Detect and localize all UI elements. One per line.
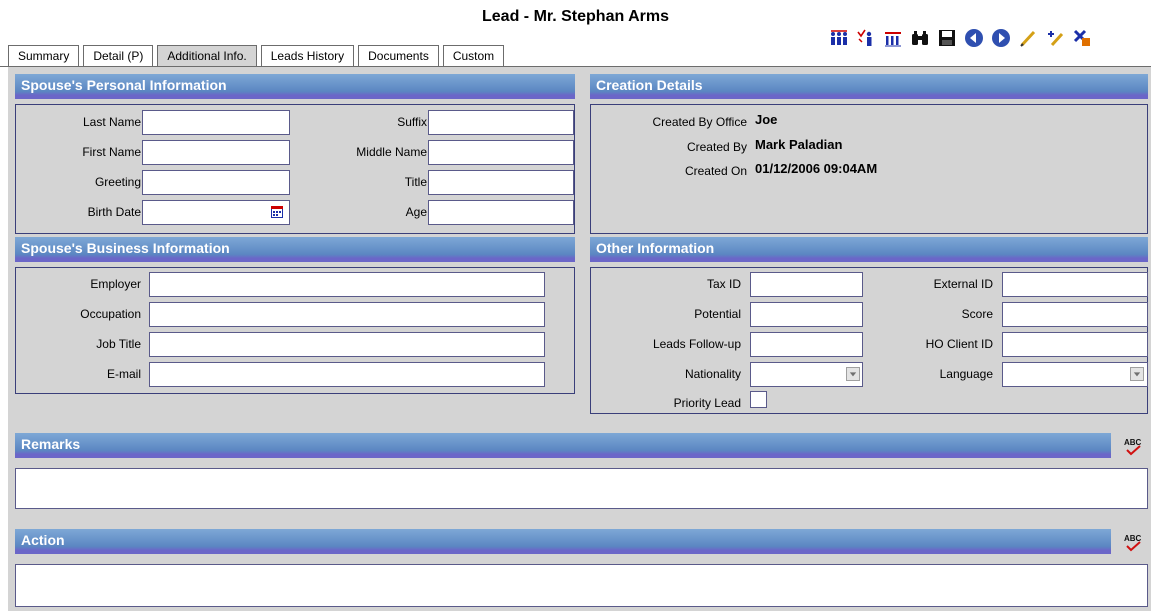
score-label: Score: [961, 307, 993, 321]
creation-details-header: Creation Details: [590, 74, 1148, 99]
birth-date-label: Birth Date: [87, 205, 141, 219]
spell-check-action-button[interactable]: ABC: [1122, 531, 1146, 555]
ho-client-id-field[interactable]: [1002, 332, 1148, 357]
action-header: Action: [15, 529, 1111, 554]
last-name-label: Last Name: [82, 115, 141, 129]
tab-leads-history[interactable]: Leads History: [260, 45, 355, 67]
middle-name-field[interactable]: [428, 140, 574, 165]
remarks-textarea[interactable]: [15, 468, 1148, 509]
tab-summary[interactable]: Summary: [8, 45, 80, 67]
last-name-field[interactable]: [142, 110, 290, 135]
score-field[interactable]: [1002, 302, 1148, 327]
chevron-down-icon[interactable]: [846, 367, 860, 381]
created-by-office-label: Created By Office: [652, 115, 748, 129]
tab-documents[interactable]: Documents: [358, 45, 439, 67]
save-icon[interactable]: [936, 27, 958, 49]
job-title-field[interactable]: [149, 332, 545, 357]
person-check-icon[interactable]: [855, 27, 877, 49]
employer-field[interactable]: [149, 272, 545, 297]
spouse-personal-header: Spouse's Personal Information: [15, 74, 575, 99]
created-on-value: 01/12/2006 09:04AM: [755, 161, 878, 176]
occupation-label: Occupation: [80, 307, 141, 321]
priority-lead-label: Priority Lead: [673, 396, 741, 410]
spouse-personal-box: Last Name First Name Greeting Birth Date…: [15, 104, 575, 234]
creation-details-box: Created By Office Joe Created By Mark Pa…: [590, 104, 1148, 234]
page-title: Lead - Mr. Stephan Arms: [482, 8, 669, 25]
add-edit-icon[interactable]: [1044, 27, 1066, 49]
greeting-label: Greeting: [94, 175, 141, 189]
age-field[interactable]: [428, 200, 574, 225]
spell-check-remarks-button[interactable]: ABC: [1122, 435, 1146, 459]
first-name-label: First Name: [82, 145, 141, 159]
tab-content: Spouse's Personal Information Last Name …: [8, 67, 1151, 611]
nationality-label: Nationality: [684, 367, 741, 381]
tab-detail[interactable]: Detail (P): [83, 45, 154, 67]
spouse-business-header: Spouse's Business Information: [15, 237, 575, 262]
tab-additional-info[interactable]: Additional Info.: [157, 45, 257, 67]
tab-bar: Summary Detail (P) Additional Info. Lead…: [8, 45, 505, 67]
tax-id-field[interactable]: [750, 272, 863, 297]
potential-label: Potential: [694, 307, 741, 321]
ho-client-id-label: HO Client ID: [925, 337, 993, 351]
leads-followup-label: Leads Follow-up: [652, 337, 741, 351]
job-title-label: Job Title: [96, 337, 141, 351]
leads-followup-field[interactable]: [750, 332, 863, 357]
tax-id-label: Tax ID: [706, 277, 741, 291]
greeting-field[interactable]: [142, 170, 290, 195]
email-label: E-mail: [106, 367, 141, 381]
edit-pencil-icon[interactable]: [1017, 27, 1039, 49]
title-label: Title: [404, 175, 427, 189]
remarks-panel: Remarks ABC: [15, 433, 1148, 513]
creation-details-panel: Creation Details Created By Office Joe C…: [590, 74, 1148, 234]
external-id-field[interactable]: [1002, 272, 1148, 297]
language-label: Language: [939, 367, 993, 381]
title-field[interactable]: [428, 170, 574, 195]
middle-name-label: Middle Name: [356, 145, 427, 159]
employer-label: Employer: [90, 277, 141, 291]
created-by-label: Created By: [686, 140, 747, 154]
birth-date-field[interactable]: [142, 200, 290, 225]
binoculars-icon[interactable]: [909, 27, 931, 49]
first-name-field[interactable]: [142, 140, 290, 165]
spouse-business-panel: Spouse's Business Information Employer O…: [15, 237, 575, 397]
people-group-icon[interactable]: [828, 27, 850, 49]
action-panel: Action ABC: [15, 529, 1148, 609]
toolbar: [828, 26, 1093, 50]
age-label: Age: [405, 205, 427, 219]
suffix-label: Suffix: [397, 115, 427, 129]
created-by-office-value: Joe: [755, 112, 778, 127]
spouse-personal-panel: Spouse's Personal Information Last Name …: [15, 74, 575, 234]
calendar-icon[interactable]: [271, 206, 283, 218]
delete-icon[interactable]: [1071, 27, 1093, 49]
next-icon[interactable]: [990, 27, 1012, 49]
potential-field[interactable]: [750, 302, 863, 327]
chevron-down-icon[interactable]: [1130, 367, 1144, 381]
remarks-header: Remarks: [15, 433, 1111, 458]
action-textarea[interactable]: [15, 564, 1148, 607]
people-list-icon[interactable]: [882, 27, 904, 49]
priority-lead-checkbox[interactable]: [750, 391, 767, 408]
created-on-label: Created On: [684, 164, 747, 178]
external-id-label: External ID: [933, 277, 993, 291]
language-select[interactable]: [1002, 362, 1148, 387]
other-information-box: Tax ID Potential Leads Follow-up Nationa…: [590, 267, 1148, 414]
other-information-panel: Other Information Tax ID Potential Leads…: [590, 237, 1148, 417]
email-field[interactable]: [149, 362, 545, 387]
suffix-field[interactable]: [428, 110, 574, 135]
previous-icon[interactable]: [963, 27, 985, 49]
tab-custom[interactable]: Custom: [442, 45, 505, 67]
occupation-field[interactable]: [149, 302, 545, 327]
spouse-business-box: Employer Occupation Job Title E-mail: [15, 267, 575, 394]
created-by-value: Mark Paladian: [755, 137, 843, 152]
other-information-header: Other Information: [590, 237, 1148, 262]
